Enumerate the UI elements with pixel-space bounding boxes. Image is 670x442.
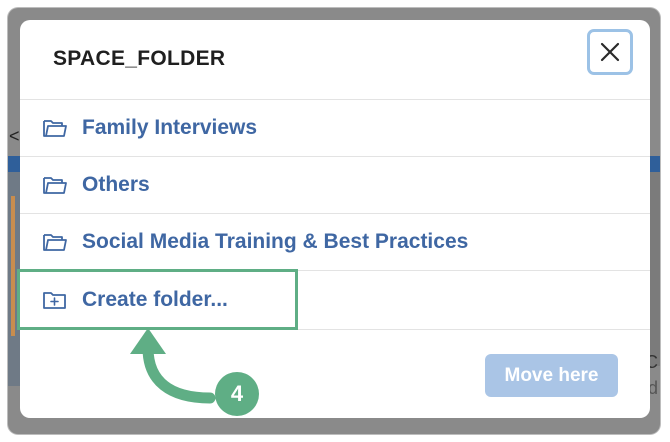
move-to-folder-dialog: SPACE_FOLDER Family Interviews Others So… xyxy=(20,20,650,418)
folder-item[interactable]: Social Media Training & Best Practices xyxy=(20,214,650,271)
folder-label: Family Interviews xyxy=(82,116,258,139)
step-badge: 4 xyxy=(215,372,259,416)
background-text: < xyxy=(9,126,20,146)
folder-icon xyxy=(43,120,67,137)
background-band xyxy=(8,156,20,172)
dialog-header: SPACE_FOLDER xyxy=(20,20,650,100)
close-button[interactable] xyxy=(587,29,633,75)
folder-label: Social Media Training & Best Practices xyxy=(82,230,469,253)
dialog-title: SPACE_FOLDER xyxy=(53,47,226,70)
folder-icon xyxy=(43,177,67,194)
move-here-button[interactable]: Move here xyxy=(485,354,618,397)
background-page-left xyxy=(8,156,20,386)
folder-list: Family Interviews Others Social Media Tr… xyxy=(20,100,650,271)
folder-item[interactable]: Others xyxy=(20,157,650,214)
background-stripe xyxy=(11,196,15,336)
folder-plus-icon xyxy=(43,292,66,309)
create-folder-label: Create folder... xyxy=(82,288,228,311)
create-folder-item[interactable]: Create folder... xyxy=(20,271,650,330)
folder-icon xyxy=(43,234,67,251)
curved-arrow-icon xyxy=(130,328,216,404)
folder-label: Others xyxy=(82,173,150,196)
folder-item[interactable]: Family Interviews xyxy=(20,100,650,157)
close-icon xyxy=(600,42,620,62)
